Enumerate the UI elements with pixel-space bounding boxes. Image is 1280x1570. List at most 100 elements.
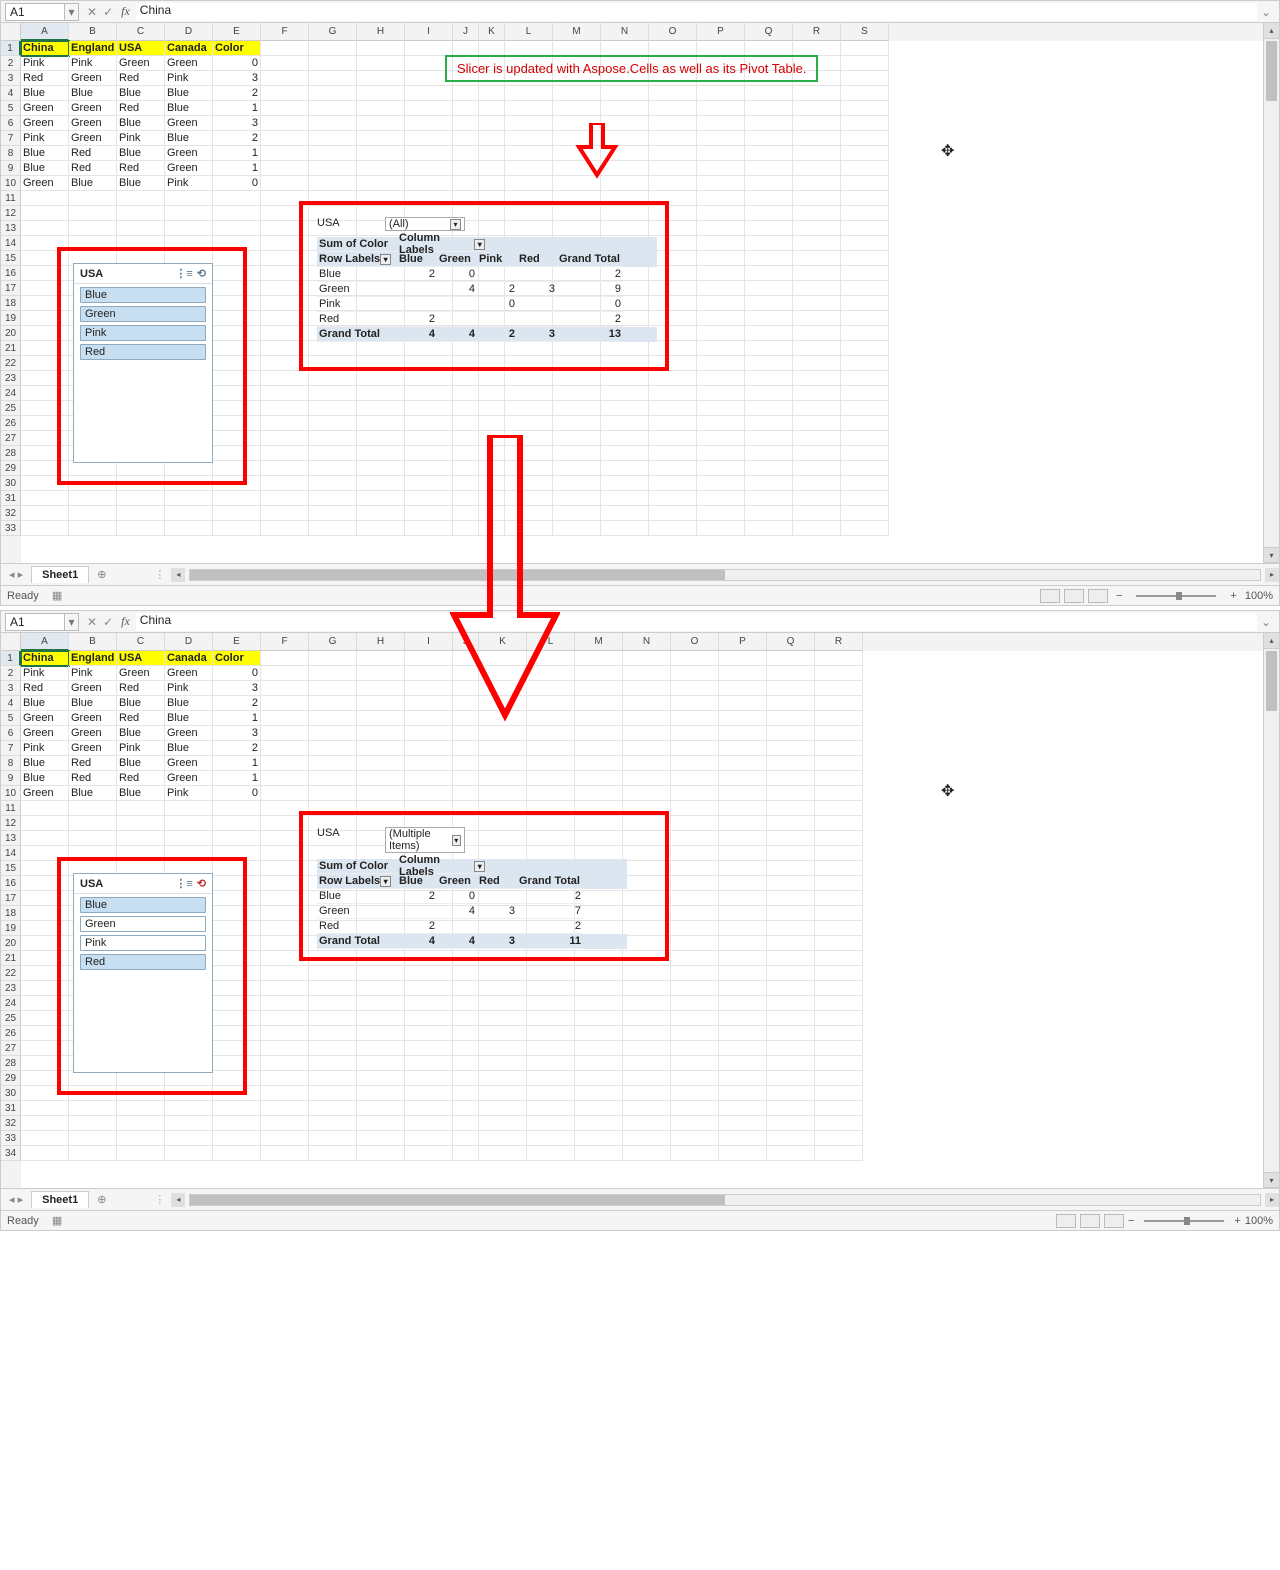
cell[interactable] bbox=[527, 1041, 575, 1056]
cell[interactable] bbox=[261, 726, 309, 741]
cell[interactable]: 3 bbox=[213, 681, 261, 696]
cell[interactable] bbox=[841, 281, 889, 296]
row-header-16[interactable]: 16 bbox=[1, 876, 21, 891]
row-header-3[interactable]: 3 bbox=[1, 681, 21, 696]
cell[interactable] bbox=[815, 1131, 863, 1146]
cell[interactable] bbox=[841, 206, 889, 221]
cell[interactable] bbox=[261, 741, 309, 756]
cell[interactable]: Red bbox=[21, 71, 69, 86]
cell[interactable] bbox=[815, 666, 863, 681]
cell[interactable] bbox=[357, 386, 405, 401]
cell[interactable] bbox=[767, 981, 815, 996]
cell[interactable] bbox=[357, 146, 405, 161]
cell[interactable] bbox=[453, 86, 479, 101]
cell[interactable] bbox=[117, 506, 165, 521]
cell[interactable] bbox=[745, 386, 793, 401]
cell[interactable] bbox=[841, 461, 889, 476]
cell[interactable]: Pink bbox=[165, 71, 213, 86]
cell[interactable] bbox=[117, 221, 165, 236]
zoom-in-button[interactable]: + bbox=[1226, 590, 1240, 602]
cell[interactable] bbox=[553, 416, 601, 431]
column-header-I[interactable]: I bbox=[405, 633, 453, 651]
cell[interactable] bbox=[213, 206, 261, 221]
cell[interactable] bbox=[165, 506, 213, 521]
cell[interactable] bbox=[309, 41, 357, 56]
cell[interactable]: Green bbox=[165, 146, 213, 161]
cell[interactable] bbox=[479, 756, 527, 771]
cell[interactable] bbox=[719, 786, 767, 801]
cell[interactable]: Pink bbox=[117, 131, 165, 146]
cell[interactable] bbox=[719, 1011, 767, 1026]
cell[interactable] bbox=[841, 146, 889, 161]
cell[interactable] bbox=[309, 461, 357, 476]
cell[interactable] bbox=[453, 1086, 479, 1101]
cell[interactable] bbox=[261, 521, 309, 536]
row-header-33[interactable]: 33 bbox=[1, 1131, 21, 1146]
row-header-31[interactable]: 31 bbox=[1, 1101, 21, 1116]
horizontal-scrollbar[interactable]: ⋮ ◂ ▸ bbox=[114, 568, 1279, 582]
row-header-13[interactable]: 13 bbox=[1, 221, 21, 236]
slicer-item-pink[interactable]: Pink bbox=[80, 325, 206, 341]
cell[interactable] bbox=[405, 101, 453, 116]
cell[interactable] bbox=[357, 1011, 405, 1026]
cell[interactable] bbox=[623, 1146, 671, 1161]
cell[interactable] bbox=[69, 521, 117, 536]
cell[interactable] bbox=[405, 176, 453, 191]
row-header-22[interactable]: 22 bbox=[1, 966, 21, 981]
cell[interactable] bbox=[357, 981, 405, 996]
cell[interactable] bbox=[527, 756, 575, 771]
cell[interactable] bbox=[213, 816, 261, 831]
cell[interactable] bbox=[453, 371, 479, 386]
cell[interactable] bbox=[117, 491, 165, 506]
cell[interactable] bbox=[697, 236, 745, 251]
cell[interactable] bbox=[309, 71, 357, 86]
scroll-down-button[interactable]: ▾ bbox=[1264, 547, 1279, 563]
cell[interactable] bbox=[213, 1101, 261, 1116]
cell[interactable] bbox=[815, 696, 863, 711]
cell[interactable] bbox=[261, 696, 309, 711]
slicer-after[interactable]: USA ⋮≡ ⟲ BlueGreenPinkRed bbox=[73, 873, 213, 1073]
cell[interactable] bbox=[767, 786, 815, 801]
cell[interactable] bbox=[309, 1011, 357, 1026]
cell[interactable] bbox=[527, 1026, 575, 1041]
cell[interactable] bbox=[671, 1011, 719, 1026]
cell[interactable] bbox=[745, 326, 793, 341]
cell[interactable]: Red bbox=[117, 771, 165, 786]
cell[interactable] bbox=[767, 1101, 815, 1116]
cell[interactable] bbox=[745, 281, 793, 296]
cell[interactable]: Green bbox=[21, 176, 69, 191]
cell[interactable] bbox=[623, 1101, 671, 1116]
cell[interactable] bbox=[453, 386, 479, 401]
row-header-27[interactable]: 27 bbox=[1, 1041, 21, 1056]
cell[interactable] bbox=[479, 1131, 527, 1146]
cell[interactable] bbox=[767, 816, 815, 831]
cell[interactable] bbox=[357, 696, 405, 711]
cell[interactable] bbox=[309, 431, 357, 446]
cell[interactable] bbox=[815, 801, 863, 816]
slicer-item-blue[interactable]: Blue bbox=[80, 897, 206, 913]
cell[interactable] bbox=[69, 1146, 117, 1161]
cell[interactable] bbox=[623, 786, 671, 801]
cancel-icon[interactable]: ✕ bbox=[87, 5, 97, 19]
cell[interactable] bbox=[767, 1146, 815, 1161]
cell[interactable] bbox=[261, 1101, 309, 1116]
name-box-dropdown[interactable]: ▾ bbox=[65, 613, 79, 631]
cell[interactable] bbox=[671, 786, 719, 801]
row-header-11[interactable]: 11 bbox=[1, 191, 21, 206]
cell[interactable] bbox=[815, 1086, 863, 1101]
cell[interactable] bbox=[453, 981, 479, 996]
add-sheet-button[interactable]: ⊕ bbox=[89, 568, 114, 581]
cell[interactable] bbox=[405, 476, 453, 491]
cell[interactable] bbox=[309, 86, 357, 101]
cell[interactable] bbox=[697, 281, 745, 296]
cell[interactable] bbox=[767, 966, 815, 981]
cell[interactable] bbox=[261, 56, 309, 71]
cell[interactable] bbox=[719, 1056, 767, 1071]
cell[interactable] bbox=[671, 951, 719, 966]
cell[interactable] bbox=[479, 176, 505, 191]
pivot-filter-dropdown[interactable]: (All)▾ bbox=[385, 217, 465, 231]
cell[interactable] bbox=[357, 56, 405, 71]
cell[interactable] bbox=[745, 341, 793, 356]
cell[interactable] bbox=[309, 711, 357, 726]
cell[interactable] bbox=[357, 1071, 405, 1086]
